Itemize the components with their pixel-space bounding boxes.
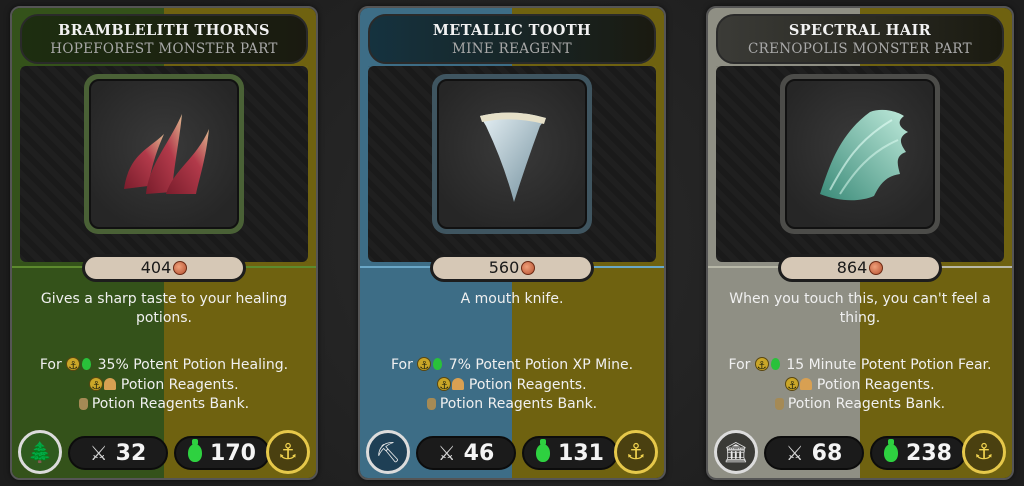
card-footer: 🏛 ⚔ 68 238 ⚓ [708, 428, 1012, 478]
copper-coin-icon [869, 261, 884, 275]
potion-icon [82, 358, 92, 370]
art-frame [432, 74, 592, 234]
description: A mouth knife. [460, 291, 564, 307]
effects-list: For 15 Minute Potent Potion Fear. Potion… [714, 356, 1006, 415]
effect-prefix: For [728, 357, 751, 373]
effect-line: Potion Reagents. [18, 376, 310, 395]
effect-line: For 7% Potent Potion XP Mine. [366, 356, 658, 376]
price-value: 864 [836, 258, 868, 277]
effect-text: Potion Reagents. [120, 376, 239, 393]
price-value: 560 [488, 258, 520, 277]
anchor-icon [89, 376, 104, 395]
bag-icon [78, 398, 88, 410]
card-header: BRAMBLELITH THORNS HOPEFOREST MONSTER PA… [20, 14, 308, 64]
potion-icon [433, 358, 443, 370]
art-panel [368, 66, 656, 262]
potion-stat: 238 [870, 436, 966, 470]
attack-value: 46 [463, 440, 495, 466]
potion-value: 238 [906, 440, 952, 466]
price-pill: 864 [778, 254, 942, 282]
tree-icon[interactable]: 🌲 [18, 430, 62, 474]
anchor-icon [785, 376, 800, 395]
anchor-icon [754, 356, 769, 376]
effect-text: Potion Reagents. [816, 376, 935, 393]
effects-list: For 7% Potent Potion XP Mine. Potion Rea… [366, 356, 658, 415]
effect-text: Potion Reagents Bank. [91, 396, 250, 412]
description: When you touch this, you can't feel a th… [729, 291, 991, 326]
potion-icon [884, 439, 899, 462]
potion-value: 170 [210, 440, 256, 466]
bell-icon [452, 377, 465, 390]
crossed-swords-icon: ⚔ [785, 441, 804, 465]
bag-icon [426, 398, 436, 410]
effect-line: Potion Reagents Bank. [18, 395, 310, 415]
card-subtitle: MINE REAGENT [452, 41, 572, 57]
anchor-icon[interactable]: ⚓ [614, 430, 658, 474]
potion-value: 131 [558, 440, 604, 466]
item-card-metallic-tooth[interactable]: METALLIC TOOTH MINE REAGENT 560 A mouth … [358, 6, 666, 480]
description: Gives a sharp taste to your healing poti… [40, 291, 288, 326]
card-header: SPECTRAL HAIR CRENOPOLIS MONSTER PART [716, 14, 1004, 64]
card-subtitle: HOPEFOREST MONSTER PART [50, 41, 278, 57]
card-title: SPECTRAL HAIR [788, 22, 932, 39]
bell-icon [104, 377, 117, 390]
potion-icon [536, 439, 551, 462]
price-pill: 560 [430, 254, 594, 282]
effect-text: Potion Reagents. [468, 376, 587, 393]
crossed-swords-icon: ⚔ [437, 441, 456, 465]
crossed-swords-icon: ⚔ [89, 441, 108, 465]
potion-stat: 170 [174, 436, 270, 470]
copper-coin-icon [521, 261, 536, 275]
effect-text: 15 Minute Potent Potion Fear. [786, 357, 992, 373]
price-pill: 404 [82, 254, 246, 282]
anchor-icon [66, 356, 81, 376]
effect-prefix: For [390, 357, 413, 373]
potion-icon [770, 358, 780, 370]
card-title: BRAMBLELITH THORNS [58, 22, 270, 39]
potion-icon [188, 439, 203, 462]
building-icon[interactable]: 🏛 [714, 430, 758, 474]
effect-text: 35% Potent Potion Healing. [97, 357, 289, 373]
effect-line: Potion Reagents. [714, 376, 1006, 395]
attack-stat: ⚔ 46 [416, 436, 516, 470]
effect-line: For 35% Potent Potion Healing. [18, 356, 310, 376]
effect-line: Potion Reagents. [366, 376, 658, 395]
anchor-icon[interactable]: ⚓ [266, 430, 310, 474]
attack-stat: ⚔ 32 [68, 436, 168, 470]
copper-coin-icon [173, 261, 188, 275]
anchor-icon [437, 376, 452, 395]
bell-icon [800, 377, 813, 390]
effect-line: Potion Reagents Bank. [714, 395, 1006, 415]
card-footer: 🌲 ⚔ 32 170 ⚓ [12, 428, 316, 478]
effect-text: Potion Reagents Bank. [787, 396, 946, 412]
effect-text: 7% Potent Potion XP Mine. [448, 357, 634, 373]
art-panel [20, 66, 308, 262]
effect-text: Potion Reagents Bank. [439, 396, 598, 412]
art-panel [716, 66, 1004, 262]
potion-stat: 131 [522, 436, 618, 470]
attack-value: 32 [115, 440, 147, 466]
card-subtitle: CRENOPOLIS MONSTER PART [748, 41, 972, 57]
effect-line: Potion Reagents Bank. [366, 395, 658, 415]
price-value: 404 [140, 258, 172, 277]
card-header: METALLIC TOOTH MINE REAGENT [368, 14, 656, 64]
item-card-spectral-hair[interactable]: SPECTRAL HAIR CRENOPOLIS MONSTER PART 86… [706, 6, 1014, 480]
bag-icon [774, 398, 784, 410]
item-card-bramblelith-thorns[interactable]: BRAMBLELITH THORNS HOPEFOREST MONSTER PA… [10, 6, 318, 480]
attack-value: 68 [811, 440, 843, 466]
effect-prefix: For [39, 357, 62, 373]
attack-stat: ⚔ 68 [764, 436, 864, 470]
anchor-icon[interactable]: ⚓ [962, 430, 1006, 474]
effect-line: For 15 Minute Potent Potion Fear. [714, 356, 1006, 376]
tooth-icon [480, 112, 546, 202]
card-title: METALLIC TOOTH [432, 22, 592, 39]
art-frame [84, 74, 244, 234]
thorns-icon [124, 114, 209, 194]
effects-list: For 35% Potent Potion Healing. Potion Re… [18, 356, 310, 415]
art-frame [780, 74, 940, 234]
card-footer: ⛏ ⚔ 46 131 ⚓ [360, 428, 664, 478]
anchor-icon [417, 356, 432, 376]
hair-icon [820, 109, 908, 201]
mine-cart-icon[interactable]: ⛏ [366, 430, 410, 474]
